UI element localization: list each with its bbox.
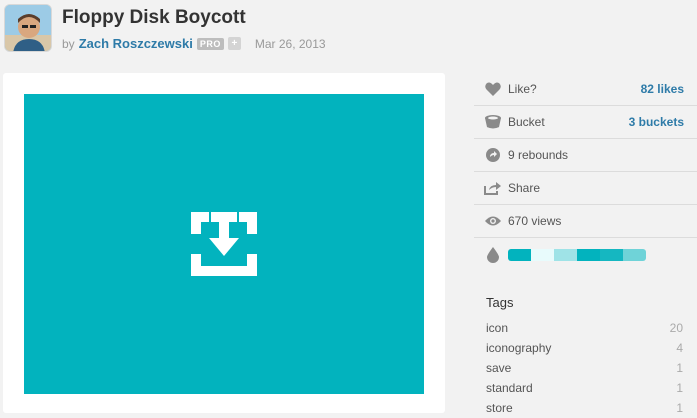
tags-heading: Tags (486, 295, 514, 310)
tag-count: 1 (676, 381, 683, 395)
color-swatch[interactable] (508, 248, 531, 261)
tag-item[interactable]: icon 20 (474, 318, 697, 338)
heart-icon (484, 80, 502, 98)
palette-row (474, 238, 697, 271)
shot-image[interactable] (24, 94, 424, 394)
share-label: Share (508, 181, 541, 195)
bucket-icon (484, 113, 502, 131)
by-label: by (62, 36, 75, 51)
likes-count-link[interactable]: 82 likes (641, 82, 684, 96)
save-download-icon (191, 212, 257, 276)
bucket-row[interactable]: Bucket 3 buckets (474, 106, 697, 139)
tag-name[interactable]: iconography (486, 341, 551, 355)
tag-item[interactable]: save 1 (474, 358, 697, 378)
color-palette (508, 248, 646, 261)
tag-name[interactable]: icon (486, 321, 508, 335)
shot-sidebar: Like? 82 likes Bucket 3 buckets 9 reboun… (474, 73, 697, 418)
shot-header: Floppy Disk Boycott by Zach Roszczewski … (4, 4, 326, 56)
color-drop-icon (484, 246, 502, 264)
eye-icon (484, 212, 502, 230)
pro-badge: PRO (196, 37, 224, 50)
share-row[interactable]: Share (474, 172, 697, 205)
tag-item[interactable]: standard 1 (474, 378, 697, 398)
rebounds-label: 9 rebounds (508, 148, 569, 162)
views-label: 670 views (508, 214, 562, 228)
tag-count: 20 (669, 321, 683, 335)
tag-name[interactable]: store (486, 401, 513, 415)
tag-count: 1 (676, 361, 683, 375)
tag-name[interactable]: save (486, 361, 511, 375)
tag-item[interactable]: iconography 4 (474, 338, 697, 358)
rebounds-row[interactable]: 9 rebounds (474, 139, 697, 172)
shot-date: Mar 26, 2013 (254, 36, 326, 51)
author-link[interactable]: Zach Roszczewski (79, 36, 193, 51)
like-label: Like? (508, 82, 537, 96)
tags-list: icon 20 iconography 4 save 1 standard 1 … (474, 318, 697, 418)
share-icon (484, 179, 502, 197)
shot-card (3, 73, 445, 413)
tag-count: 4 (676, 341, 683, 355)
color-swatch[interactable] (623, 248, 646, 261)
like-row[interactable]: Like? 82 likes (474, 73, 697, 106)
views-row: 670 views (474, 205, 697, 238)
bucket-label: Bucket (508, 115, 545, 129)
tag-name[interactable]: standard (486, 381, 533, 395)
shot-title: Floppy Disk Boycott (62, 7, 246, 28)
color-swatch[interactable] (531, 248, 554, 261)
tag-item[interactable]: store 1 (474, 398, 697, 418)
color-swatch[interactable] (554, 248, 577, 261)
avatar[interactable] (4, 4, 52, 52)
buckets-count-link[interactable]: 3 buckets (629, 115, 684, 129)
color-swatch[interactable] (577, 248, 600, 261)
follow-plus-button[interactable]: + (227, 37, 241, 50)
rebound-icon (484, 146, 502, 164)
byline: by Zach Roszczewski PRO + Mar 26, 2013 (62, 36, 326, 51)
color-swatch[interactable] (600, 248, 623, 261)
tag-count: 1 (676, 401, 683, 415)
